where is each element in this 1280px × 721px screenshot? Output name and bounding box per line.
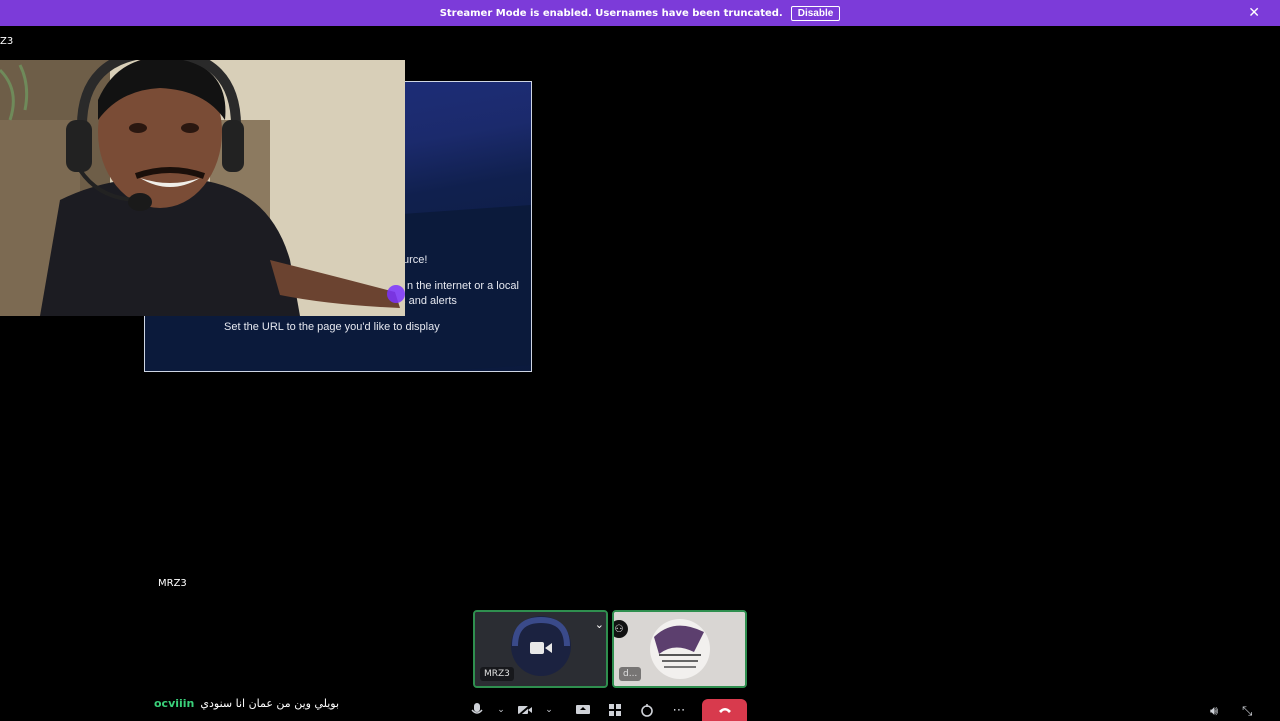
chat-text: بويلي وين من عمان انا سنودي	[200, 697, 340, 710]
close-icon[interactable]: ✕	[1248, 5, 1260, 21]
streamer-image	[0, 60, 405, 316]
chevron-down-icon[interactable]: ⌄	[496, 705, 506, 715]
participant-tile-self[interactable]: MRZ3 ⌄	[473, 610, 608, 688]
chat-username[interactable]: ocviiin	[154, 697, 194, 710]
source-line-2: n the internet or a local	[407, 280, 519, 292]
source-line-1: urce!	[403, 254, 428, 266]
disable-button[interactable]: Disable	[790, 5, 841, 21]
soundboard-icon[interactable]	[634, 700, 660, 720]
user-label: MRZ3	[158, 578, 187, 589]
leave-call-button[interactable]	[702, 699, 747, 721]
streamer-mode-banner: Streamer Mode is enabled. Usernames have…	[0, 0, 1280, 26]
microphone-icon[interactable]	[464, 700, 490, 720]
camera-icon	[530, 640, 552, 660]
share-screen-icon[interactable]	[570, 700, 596, 720]
call-controls: ⌄ ⌄ ⋯	[464, 699, 747, 721]
exit-fullscreen-icon[interactable]: ⤡	[1242, 704, 1260, 720]
leave-call-icon	[718, 708, 731, 713]
webcam-video	[0, 60, 405, 316]
tile-username: MRZ3	[480, 667, 514, 681]
source-line-3: ts and alerts	[397, 295, 457, 307]
more-icon[interactable]: ⋯	[666, 700, 692, 720]
stream-name: Z3	[0, 36, 14, 47]
chevron-down-icon[interactable]: ⌄	[544, 705, 554, 715]
chat-message: ocviiin بويلي وين من عمان انا سنودي	[154, 697, 339, 710]
tile-username: d...	[619, 667, 642, 681]
camera-off-icon[interactable]	[512, 700, 538, 720]
banner-text: Streamer Mode is enabled. Usernames have…	[439, 7, 783, 19]
chevron-down-icon[interactable]: ⌄	[595, 618, 604, 631]
activities-icon[interactable]	[602, 700, 628, 720]
source-line-4: Set the URL to the page you'd like to di…	[224, 321, 440, 333]
volume-icon[interactable]: 🔊︎	[1210, 704, 1228, 720]
participant-tile-other[interactable]: ⚇ d...	[612, 610, 747, 688]
